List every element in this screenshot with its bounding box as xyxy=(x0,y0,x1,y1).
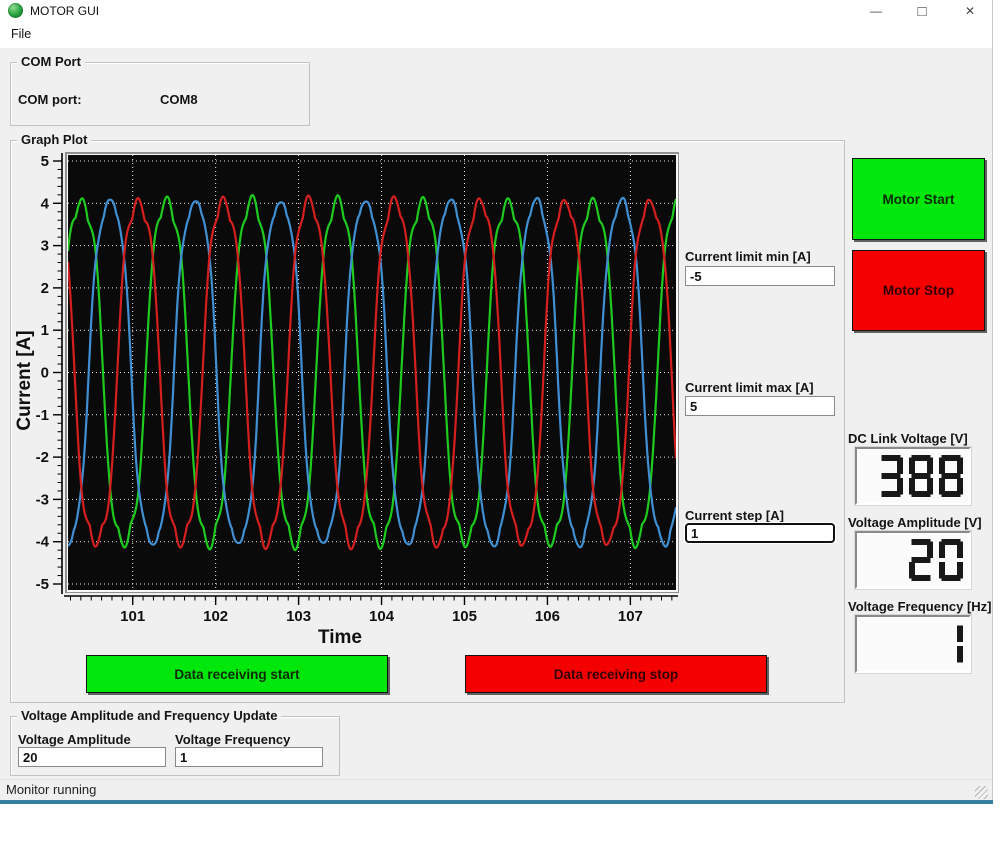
current-step-input[interactable] xyxy=(685,523,835,543)
motor-start-button[interactable]: Motor Start xyxy=(852,158,985,240)
status-bar xyxy=(0,779,992,801)
window-title: MOTOR GUI xyxy=(30,4,99,18)
current-step-label: Current step [A] xyxy=(685,508,784,523)
app-window: MOTOR GUI — □ ✕ File COM Port COM port: … xyxy=(0,0,993,801)
page: MOTOR GUI — □ ✕ File COM Port COM port: … xyxy=(0,0,1006,848)
svg-text:4: 4 xyxy=(41,195,50,212)
motor-stop-button[interactable]: Motor Stop xyxy=(852,250,985,331)
voltage-frequency-input[interactable] xyxy=(175,747,323,767)
title-bar: MOTOR GUI — □ ✕ xyxy=(0,0,992,22)
svg-text:Time: Time xyxy=(318,627,362,645)
voltage-amplitude-display xyxy=(855,531,971,589)
svg-text:104: 104 xyxy=(369,608,395,625)
data-receiving-start-button[interactable]: Data receiving start xyxy=(86,655,388,693)
com-port-value: COM8 xyxy=(160,92,198,107)
svg-text:102: 102 xyxy=(203,608,228,625)
close-button[interactable]: ✕ xyxy=(950,0,990,22)
svg-text:Current [A]: Current [A] xyxy=(14,330,35,430)
svg-text:2: 2 xyxy=(41,280,49,297)
svg-text:-2: -2 xyxy=(36,449,49,466)
svg-text:106: 106 xyxy=(535,608,560,625)
window-bottom-border xyxy=(0,800,993,804)
voltage-frequency-display-label: Voltage Frequency [Hz] xyxy=(848,599,992,614)
svg-text:-1: -1 xyxy=(36,407,49,424)
current-limit-min-input[interactable] xyxy=(685,266,835,286)
svg-text:103: 103 xyxy=(286,608,311,625)
maximize-button[interactable]: □ xyxy=(902,0,942,22)
svg-text:3: 3 xyxy=(41,238,49,255)
svg-text:105: 105 xyxy=(452,608,477,625)
svg-text:-5: -5 xyxy=(36,576,49,593)
app-icon xyxy=(8,3,23,18)
voltage-amplitude-display-label: Voltage Amplitude [V] xyxy=(848,515,982,530)
svg-text:1: 1 xyxy=(41,322,49,339)
voltage-frequency-input-label: Voltage Frequency xyxy=(175,732,290,747)
dc-link-voltage-label: DC Link Voltage [V] xyxy=(848,431,968,446)
voltage-frequency-display xyxy=(855,615,971,673)
minimize-button[interactable]: — xyxy=(856,0,896,22)
voltage-amplitude-input[interactable] xyxy=(18,747,166,767)
svg-text:-3: -3 xyxy=(36,491,49,508)
current-limit-min-label: Current limit min [A] xyxy=(685,249,811,264)
current-limit-max-label: Current limit max [A] xyxy=(685,380,814,395)
dc-link-voltage-display xyxy=(855,447,971,505)
caption-row: www.cntronics.com Figure 2. Graphical us… xyxy=(0,814,1006,844)
status-text: Monitor running xyxy=(6,782,96,797)
com-port-group-label: COM Port xyxy=(17,54,85,69)
data-receiving-stop-button[interactable]: Data receiving stop xyxy=(465,655,767,693)
menu-item-file[interactable]: File xyxy=(2,24,40,44)
svg-text:101: 101 xyxy=(120,608,145,625)
svg-text:107: 107 xyxy=(618,608,643,625)
svg-text:-4: -4 xyxy=(36,534,50,551)
current-limit-max-input[interactable] xyxy=(685,396,835,416)
svg-text:0: 0 xyxy=(41,365,49,382)
current-waveform-chart: 101 102 103 104 105 106 107 5 4 3 2 1 0 -1 -2 -3 -4 -5 Tim… xyxy=(10,145,686,645)
voltage-update-group-label: Voltage Amplitude and Frequency Update xyxy=(17,708,281,723)
com-port-label: COM port: xyxy=(18,92,82,107)
svg-text:5: 5 xyxy=(41,153,49,170)
voltage-amplitude-input-label: Voltage Amplitude xyxy=(18,732,131,747)
menu-bar xyxy=(0,22,992,48)
resize-grip[interactable] xyxy=(975,786,988,799)
